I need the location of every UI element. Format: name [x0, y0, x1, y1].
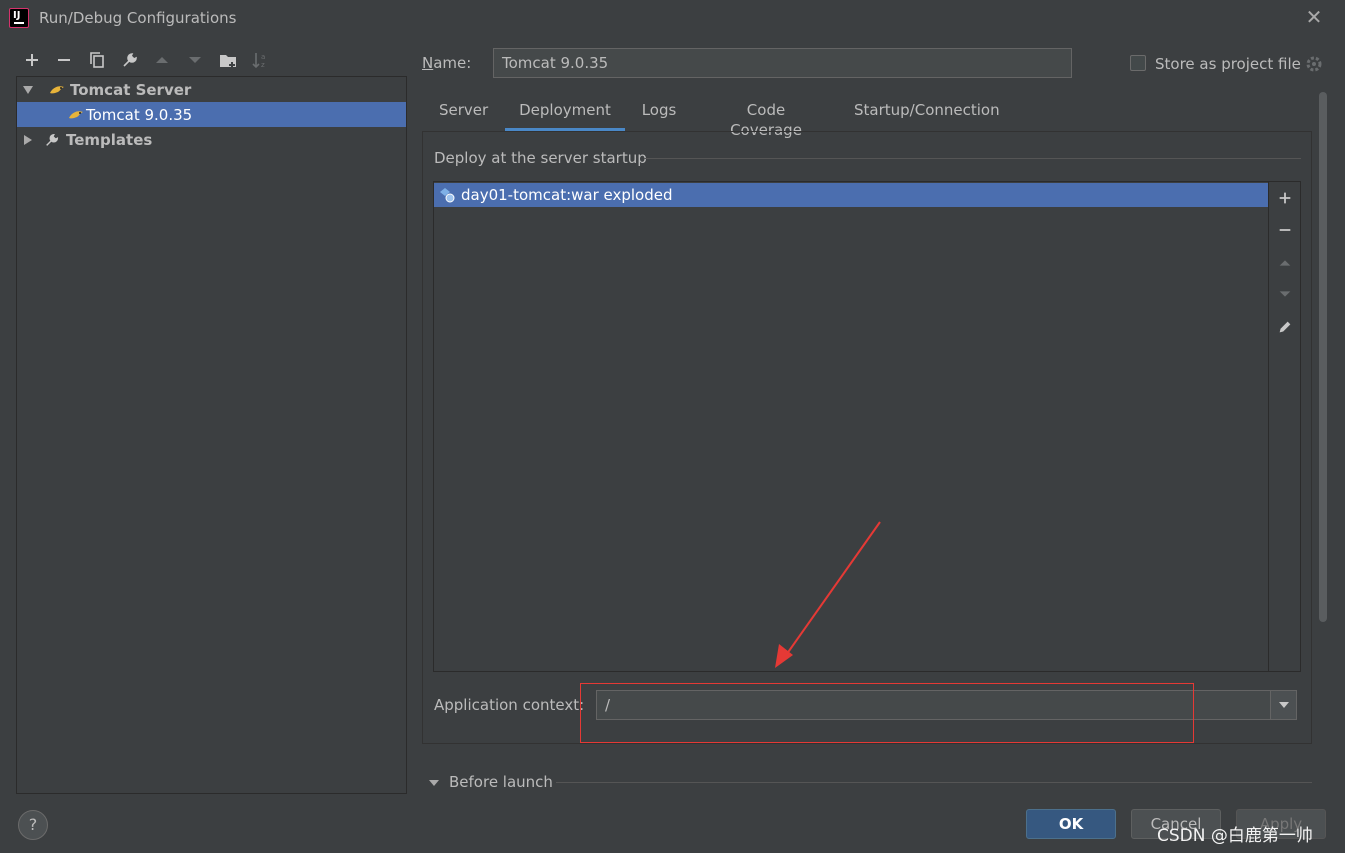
gear-icon[interactable]: [1305, 55, 1323, 73]
title-bar: IJ Run/Debug Configurations ✕: [0, 0, 1345, 38]
tomcat-icon: [50, 85, 64, 93]
tree-group-templates[interactable]: Templates: [17, 127, 406, 152]
tree-item-label: Tomcat 9.0.35: [86, 105, 193, 124]
svg-text:z: z: [261, 61, 265, 69]
new-folder-icon[interactable]: [216, 48, 240, 72]
tree-group-label: Tomcat Server: [70, 80, 192, 99]
before-launch-label[interactable]: Before launch: [449, 773, 553, 791]
context-dropdown-button[interactable]: [1270, 690, 1297, 720]
help-button[interactable]: ?: [18, 810, 48, 840]
annotation-arrow-icon: [775, 521, 881, 668]
copy-icon[interactable]: [85, 48, 109, 72]
name-label: Name:: [422, 54, 472, 72]
list-item[interactable]: day01-tomcat:war exploded: [434, 183, 1268, 207]
window-title: Run/Debug Configurations: [39, 9, 237, 27]
wrench-icon: [46, 133, 59, 146]
chevron-down-icon[interactable]: [428, 777, 440, 789]
tab-code-coverage[interactable]: Code Coverage: [709, 100, 823, 139]
configuration-tree: Tomcat Server Tomcat 9.0.35 Templates: [16, 76, 407, 794]
tab-server[interactable]: Server: [439, 100, 488, 131]
store-project-label[interactable]: Store as project file: [1155, 55, 1301, 73]
tree-group-tomcat-server[interactable]: Tomcat Server: [17, 77, 406, 102]
name-input[interactable]: Tomcat 9.0.35: [493, 48, 1072, 78]
move-down-icon[interactable]: [1276, 285, 1294, 303]
chevron-down-icon[interactable]: [22, 84, 34, 96]
sort-icon[interactable]: az: [248, 48, 272, 72]
artifact-label: day01-tomcat:war exploded: [461, 186, 673, 204]
ok-button[interactable]: OK: [1026, 809, 1116, 839]
name-label-rest: ame:: [433, 54, 472, 72]
remove-artifact-icon[interactable]: [1276, 221, 1294, 239]
wrench-icon[interactable]: [118, 48, 142, 72]
close-icon[interactable]: ✕: [1303, 6, 1325, 28]
scrollbar[interactable]: [1319, 92, 1327, 622]
tree-item-tomcat[interactable]: Tomcat 9.0.35: [17, 102, 406, 127]
add-icon[interactable]: [20, 48, 44, 72]
watermark-text: CSDN @白鹿第一帅: [1157, 826, 1313, 846]
artifact-icon: [440, 188, 455, 203]
tab-logs[interactable]: Logs: [641, 100, 677, 131]
section-divider: [556, 782, 1312, 783]
tree-templates-label: Templates: [66, 130, 153, 149]
add-artifact-icon[interactable]: [1276, 189, 1294, 207]
application-context-label: Application context:: [434, 696, 585, 714]
intellij-logo-icon: IJ: [9, 8, 29, 28]
store-project-checkbox[interactable]: [1130, 55, 1146, 71]
tomcat-icon: [69, 110, 83, 118]
tab-deployment[interactable]: Deployment: [505, 100, 625, 131]
move-up-icon[interactable]: [150, 48, 174, 72]
tab-startup-connection[interactable]: Startup/Connection: [854, 100, 1000, 131]
remove-icon[interactable]: [52, 48, 76, 72]
annotation-highlight-box: [580, 683, 1194, 743]
move-down-icon[interactable]: [183, 48, 207, 72]
move-up-icon[interactable]: [1276, 254, 1294, 272]
svg-text:a: a: [261, 53, 265, 61]
edit-pencil-icon[interactable]: [1276, 318, 1294, 336]
section-divider: [644, 158, 1301, 159]
chevron-right-icon[interactable]: [22, 134, 34, 146]
deploy-section-label: Deploy at the server startup: [434, 149, 647, 167]
chevron-down-icon: [1278, 702, 1289, 708]
